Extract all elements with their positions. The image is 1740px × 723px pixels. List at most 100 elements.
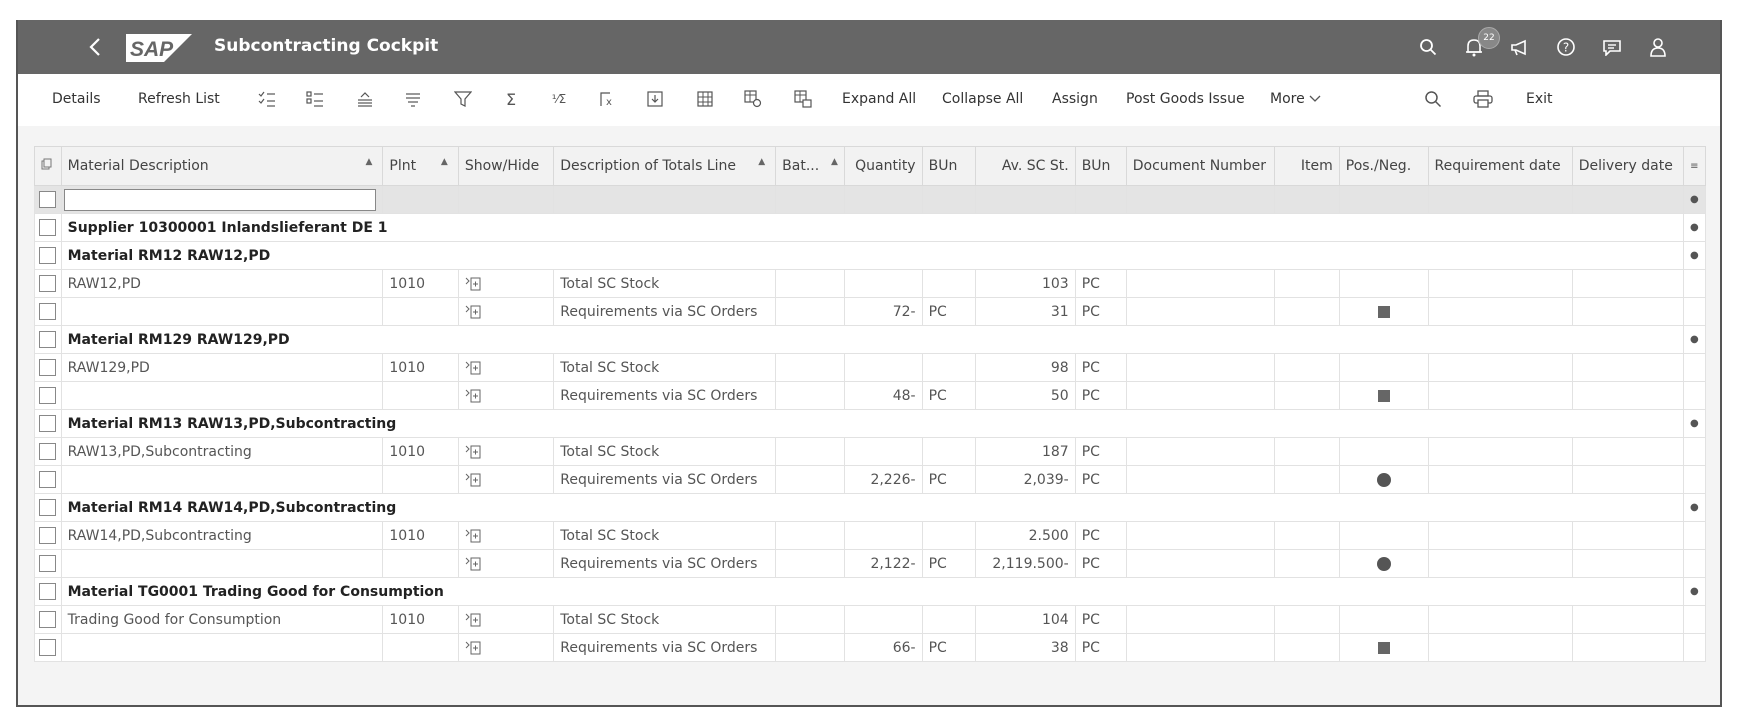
post-goods-issue-button[interactable]: Post Goods Issue bbox=[1126, 91, 1245, 107]
bun-cell: PC bbox=[1074, 297, 1127, 326]
col-header-show-hide[interactable]: Show/Hide bbox=[457, 146, 555, 186]
row-checkbox[interactable] bbox=[39, 639, 56, 656]
row-checkbox[interactable] bbox=[39, 471, 56, 488]
group-row[interactable]: Material RM12 RAW12,PD ● bbox=[34, 241, 1707, 270]
refresh-list-button[interactable]: Refresh List bbox=[138, 91, 220, 107]
filter-icon[interactable] bbox=[452, 88, 474, 110]
group-row[interactable]: Material RM14 RAW14,PD,Subcontracting ● bbox=[34, 493, 1707, 522]
col-header-av-sc-stock[interactable]: Av. SC St. bbox=[974, 146, 1076, 186]
row-checkbox[interactable] bbox=[39, 331, 56, 348]
col-header-bun[interactable]: BUn bbox=[1074, 146, 1127, 186]
col-header-bun[interactable]: BUn bbox=[921, 146, 976, 186]
table-row[interactable]: RAW12,PD 1010 Total SC Stock 103 PC bbox=[34, 269, 1707, 298]
av-sc-stock-cell: 38 bbox=[974, 633, 1076, 662]
col-header-batch[interactable]: Bat... ▲ bbox=[775, 146, 845, 186]
show-hide-button[interactable] bbox=[465, 472, 481, 488]
toolbar-search-button[interactable] bbox=[1422, 88, 1444, 110]
table-row[interactable]: Trading Good for Consumption 1010 Total SC… bbox=[34, 605, 1707, 634]
col-header-material-description[interactable]: Material Description ▲ bbox=[60, 146, 384, 186]
group-label: Material RM12 RAW12,PD bbox=[67, 247, 271, 264]
row-checkbox[interactable] bbox=[39, 499, 56, 516]
row-checkbox[interactable] bbox=[39, 415, 56, 432]
print-icon bbox=[1473, 90, 1493, 108]
sum-icon[interactable]: Σ bbox=[500, 88, 522, 110]
row-checkbox[interactable] bbox=[39, 583, 56, 600]
delivery-date-cell bbox=[1571, 381, 1684, 410]
select-all-header[interactable] bbox=[34, 146, 62, 186]
filter-input[interactable] bbox=[63, 188, 376, 211]
table-row[interactable]: Requirements via SC Orders 72- PC 31 PC bbox=[34, 297, 1707, 326]
group-row[interactable]: Material RM129 RAW129,PD ● bbox=[34, 325, 1707, 354]
row-checkbox[interactable] bbox=[39, 303, 56, 320]
show-hide-button[interactable] bbox=[465, 276, 481, 292]
col-header-document-number[interactable]: Document Number bbox=[1125, 146, 1276, 186]
table-row[interactable]: Requirements via SC Orders 2,226- PC 2,039-… bbox=[34, 465, 1707, 494]
row-checkbox[interactable] bbox=[39, 275, 56, 292]
table-row[interactable]: RAW13,PD,Subcontracting 1010 Total SC Stoc… bbox=[34, 437, 1707, 466]
col-header-item[interactable]: Item bbox=[1274, 146, 1340, 186]
layout-settings-icon[interactable] bbox=[742, 88, 764, 110]
col-header-quantity[interactable]: Quantity bbox=[843, 146, 923, 186]
details-button[interactable]: Details bbox=[52, 91, 101, 107]
col-header-pos-neg[interactable]: Pos./Neg. bbox=[1338, 146, 1429, 186]
sort-asc-icon: ▲ bbox=[831, 157, 838, 167]
deselect-all-icon[interactable] bbox=[304, 88, 326, 110]
col-header-totals-description[interactable]: Description of Totals Line ▲ bbox=[553, 146, 777, 186]
table-row[interactable]: Requirements via SC Orders 48- PC 50 PC bbox=[34, 381, 1707, 410]
formula-icon[interactable]: x bbox=[596, 88, 618, 110]
user-button[interactable] bbox=[1646, 35, 1670, 59]
more-button[interactable]: More bbox=[1270, 91, 1321, 107]
material-description-cell bbox=[60, 465, 384, 494]
announcements-button[interactable] bbox=[1508, 35, 1532, 59]
col-header-plant[interactable]: Plnt ▲ bbox=[382, 146, 459, 186]
row-checkbox[interactable] bbox=[39, 387, 56, 404]
show-hide-button[interactable] bbox=[465, 444, 481, 460]
show-hide-button[interactable] bbox=[465, 612, 481, 628]
spreadsheet-icon[interactable] bbox=[694, 88, 716, 110]
table-row[interactable]: RAW14,PD,Subcontracting 1010 Total SC Stoc… bbox=[34, 521, 1707, 550]
save-layout-icon[interactable] bbox=[792, 88, 814, 110]
show-hide-button[interactable] bbox=[465, 388, 481, 404]
row-checkbox[interactable] bbox=[39, 555, 56, 572]
group-row[interactable]: Material RM13 RAW13,PD,Subcontracting ● bbox=[34, 409, 1707, 438]
select-all-icon[interactable] bbox=[256, 88, 278, 110]
group-row[interactable]: Supplier 10300001 Inlandslieferant DE 1 ● bbox=[34, 213, 1707, 242]
row-checkbox[interactable] bbox=[39, 443, 56, 460]
row-checkbox[interactable] bbox=[39, 191, 56, 208]
sort-ascending-icon[interactable] bbox=[354, 88, 376, 110]
row-checkbox[interactable] bbox=[39, 527, 56, 544]
plant-cell bbox=[382, 381, 459, 410]
row-checkbox[interactable] bbox=[39, 247, 56, 264]
show-hide-button[interactable] bbox=[465, 640, 481, 656]
show-hide-icon bbox=[465, 445, 481, 458]
row-checkbox[interactable] bbox=[39, 611, 56, 628]
export-icon[interactable] bbox=[644, 88, 666, 110]
sort-descending-icon[interactable] bbox=[402, 88, 424, 110]
notifications-button[interactable]: 22 bbox=[1462, 27, 1500, 59]
feedback-button[interactable] bbox=[1600, 35, 1624, 59]
exit-button[interactable]: Exit bbox=[1526, 91, 1553, 107]
show-hide-button[interactable] bbox=[465, 556, 481, 572]
row-checkbox[interactable] bbox=[39, 219, 56, 236]
totals-description-cell: Total SC Stock bbox=[553, 353, 777, 382]
help-button[interactable]: ? bbox=[1554, 35, 1578, 59]
row-checkbox[interactable] bbox=[39, 359, 56, 376]
col-header-requirement-date[interactable]: Requirement date bbox=[1427, 146, 1573, 186]
back-button[interactable] bbox=[82, 32, 108, 62]
expand-all-button[interactable]: Expand All bbox=[842, 91, 916, 107]
table-row[interactable]: RAW129,PD 1010 Total SC Stock 98 PC bbox=[34, 353, 1707, 382]
print-button[interactable] bbox=[1472, 88, 1494, 110]
assign-button[interactable]: Assign bbox=[1052, 91, 1098, 107]
shell-search-button[interactable] bbox=[1416, 35, 1440, 59]
back-icon bbox=[89, 38, 100, 56]
column-settings-icon[interactable]: ≡ bbox=[1682, 146, 1707, 186]
collapse-all-button[interactable]: Collapse All bbox=[942, 91, 1023, 107]
col-header-delivery-date[interactable]: Delivery date bbox=[1571, 146, 1684, 186]
group-row[interactable]: Material TG0001 Trading Good for Consump… bbox=[34, 577, 1707, 606]
show-hide-button[interactable] bbox=[465, 528, 481, 544]
show-hide-button[interactable] bbox=[465, 304, 481, 320]
table-row[interactable]: Requirements via SC Orders 66- PC 38 PC bbox=[34, 633, 1707, 662]
show-hide-button[interactable] bbox=[465, 360, 481, 376]
subtotal-icon[interactable]: ¹⁄Σ bbox=[548, 88, 570, 110]
table-row[interactable]: Requirements via SC Orders 2,122- PC 2,119.… bbox=[34, 549, 1707, 578]
